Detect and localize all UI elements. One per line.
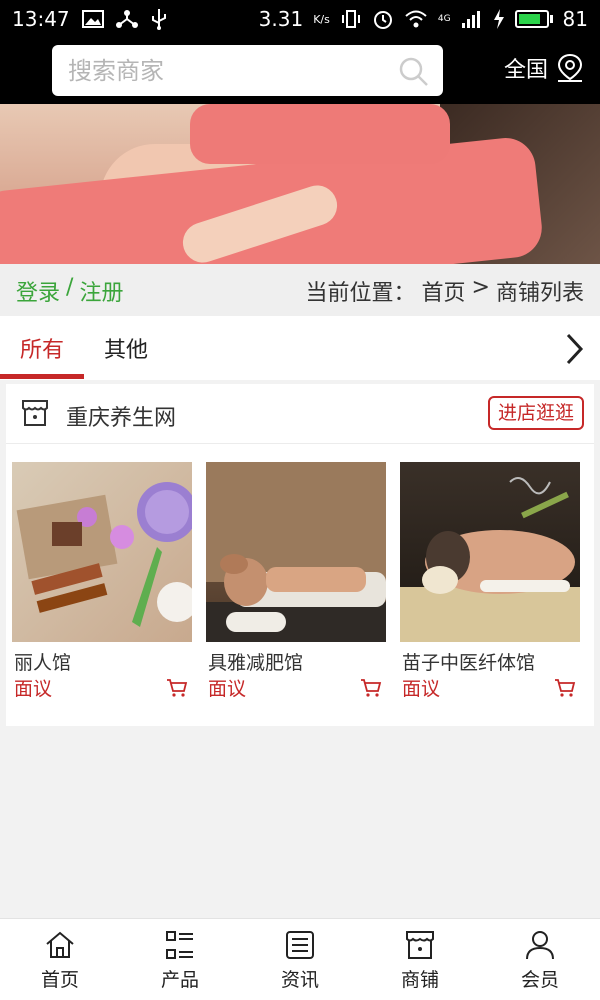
product-name[interactable]: 苗子中医纤体馆 bbox=[402, 648, 535, 675]
status-bar: 13:47 3.31 K/s 4G 81 bbox=[0, 0, 600, 38]
product-price: 面议 bbox=[14, 678, 53, 700]
product-list: 丽人馆 面议 具雅减肥馆 面议 苗子中医纤体馆 面议 bbox=[12, 462, 588, 712]
nav-member[interactable]: 会员 bbox=[480, 919, 600, 1000]
region-selector[interactable]: 全国 bbox=[504, 52, 584, 84]
auth-links: 登录 / 注册 bbox=[16, 275, 123, 307]
product-price: 面议 bbox=[402, 678, 441, 700]
nav-news[interactable]: 资讯 bbox=[240, 919, 360, 1000]
register-link[interactable]: 注册 bbox=[79, 275, 123, 307]
image-icon bbox=[81, 10, 104, 28]
vibrate-icon bbox=[341, 10, 360, 28]
alarm-icon bbox=[373, 11, 392, 29]
nav-label: 首页 bbox=[40, 969, 79, 991]
network-type: 4G bbox=[437, 14, 451, 24]
user-icon bbox=[526, 931, 554, 960]
nav-label: 商铺 bbox=[400, 969, 439, 991]
tab-other[interactable]: 其他 bbox=[104, 332, 148, 364]
product-card[interactable]: 具雅减肥馆 面议 bbox=[206, 462, 386, 712]
shop-card: 重庆养生网 进店逛逛 丽人馆 面议 具雅减肥馆 面议 苗子中医纤体馆 面议 bbox=[6, 384, 594, 726]
current-location: 当前位置： 首页 > 商铺列表 bbox=[306, 275, 584, 307]
app-header: 全国 bbox=[0, 38, 600, 104]
auth-separator: / bbox=[66, 275, 74, 300]
list-icon bbox=[166, 931, 193, 959]
signal-icon bbox=[461, 11, 480, 28]
tab-all[interactable]: 所有 bbox=[20, 332, 64, 364]
location-pin-icon bbox=[557, 53, 583, 82]
product-image[interactable] bbox=[12, 462, 192, 642]
status-speed: 3.31 bbox=[258, 7, 304, 31]
region-label: 全国 bbox=[503, 58, 548, 83]
shop-name[interactable]: 重庆养生网 bbox=[66, 400, 176, 432]
bottom-nav: 首页 产品 资讯 商铺 会员 bbox=[0, 918, 600, 1000]
store-icon bbox=[22, 400, 48, 426]
search-input[interactable] bbox=[52, 45, 372, 96]
nav-label: 资讯 bbox=[280, 969, 319, 991]
product-card[interactable]: 苗子中医纤体馆 面议 bbox=[400, 462, 580, 712]
breadcrumb: 登录 / 注册 当前位置： 首页 > 商铺列表 bbox=[0, 264, 600, 316]
cart-icon[interactable] bbox=[360, 678, 382, 698]
search-box[interactable] bbox=[52, 45, 443, 96]
location-label: 当前位置： bbox=[305, 281, 416, 306]
usb-icon bbox=[151, 9, 166, 30]
product-card[interactable]: 丽人馆 面议 bbox=[12, 462, 192, 712]
product-name[interactable]: 丽人馆 bbox=[14, 648, 71, 675]
nav-label: 会员 bbox=[520, 969, 559, 991]
chevron-right-icon[interactable] bbox=[562, 332, 586, 366]
breadcrumb-current: 商铺列表 bbox=[495, 281, 584, 306]
status-time: 13:47 bbox=[12, 7, 70, 31]
login-link[interactable]: 登录 bbox=[16, 275, 60, 307]
nav-label: 产品 bbox=[160, 969, 199, 991]
product-name[interactable]: 具雅减肥馆 bbox=[208, 648, 303, 675]
home-icon bbox=[46, 931, 74, 958]
nav-products[interactable]: 产品 bbox=[120, 919, 240, 1000]
product-image[interactable] bbox=[400, 462, 580, 642]
product-price: 面议 bbox=[208, 678, 247, 700]
banner-image[interactable] bbox=[0, 104, 600, 264]
status-speed-unit: K/s bbox=[313, 12, 330, 26]
battery-percent: 81 bbox=[562, 7, 588, 31]
nav-home[interactable]: 首页 bbox=[0, 919, 120, 1000]
share-icon bbox=[115, 10, 138, 28]
battery-icon bbox=[514, 10, 553, 28]
store-icon bbox=[406, 931, 434, 959]
active-tab-indicator bbox=[0, 374, 84, 379]
charging-icon bbox=[493, 9, 504, 29]
nav-stores[interactable]: 商铺 bbox=[360, 919, 480, 1000]
breadcrumb-arrow: > bbox=[471, 275, 490, 300]
search-icon[interactable] bbox=[399, 57, 429, 87]
product-image[interactable] bbox=[206, 462, 386, 642]
cart-icon[interactable] bbox=[554, 678, 576, 698]
news-icon bbox=[286, 931, 314, 959]
visit-shop-button[interactable]: 进店逛逛 bbox=[487, 396, 584, 430]
wifi-icon bbox=[405, 10, 427, 28]
breadcrumb-home[interactable]: 首页 bbox=[422, 275, 466, 307]
cart-icon[interactable] bbox=[166, 678, 188, 698]
category-tabs: 所有 其他 bbox=[0, 316, 600, 380]
shop-header: 重庆养生网 进店逛逛 bbox=[6, 384, 594, 444]
